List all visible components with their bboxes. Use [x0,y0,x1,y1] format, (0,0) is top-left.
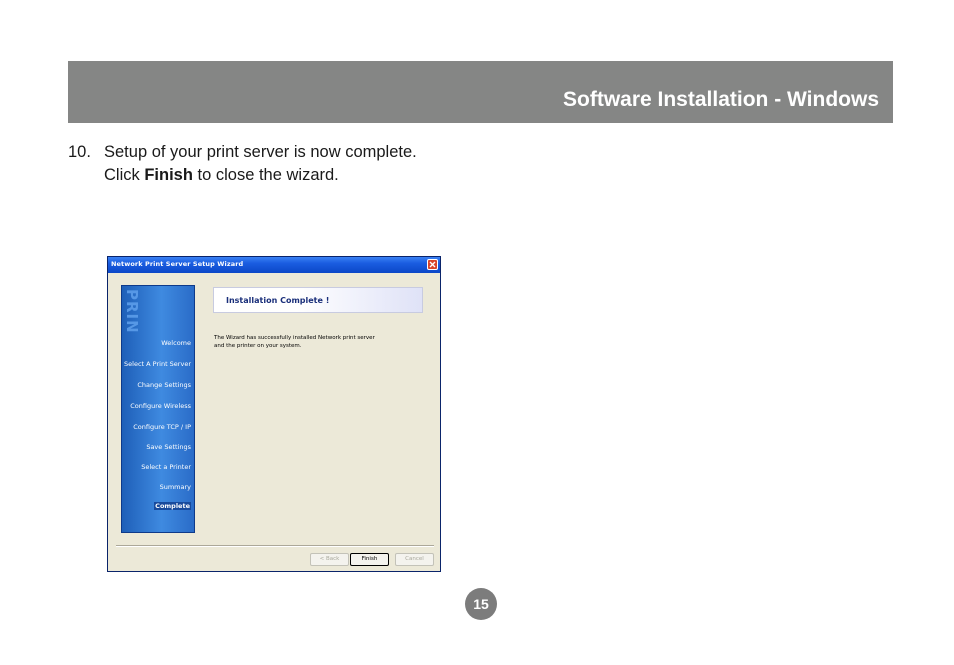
panel-watermark: PRIN [123,289,141,334]
setup-wizard-dialog: Network Print Server Setup Wizard PRIN W… [107,256,441,572]
step-text-bold: Finish [144,166,193,184]
nav-step-configure-wireless: Configure Wireless [130,402,191,410]
button-separator [116,545,434,547]
message-line2: and the printer on your system. [214,342,302,349]
nav-step-summary: Summary [159,483,191,491]
section-header-band: Software Installation - Windows [68,61,893,123]
section-title: Software Installation - Windows [563,88,879,111]
dialog-title: Network Print Server Setup Wizard [111,260,244,268]
nav-step-select-print-server: Select A Print Server [124,360,191,368]
wizard-steps-panel: PRIN Welcome Select A Print Server Chang… [121,285,195,533]
finish-button[interactable]: Finish [350,553,389,566]
step-text-suffix: to close the wizard. [192,166,339,184]
back-button[interactable]: < Back [310,553,349,566]
step-text-line1: Setup of your print server is now comple… [104,143,417,161]
message-line1: The Wizard has successfully installed Ne… [214,335,375,341]
nav-step-save-settings: Save Settings [146,443,191,451]
step-text-prefix: Click [104,166,145,184]
banner-title: Installation Complete ! [226,296,330,305]
completion-message: The Wizard has successfully installed Ne… [214,335,375,350]
completion-banner: Installation Complete ! [213,287,423,313]
dialog-titlebar[interactable]: Network Print Server Setup Wizard [108,257,440,273]
step-text-line2: Click Finish to close the wizard. [104,164,339,187]
cancel-button[interactable]: Cancel [395,553,434,566]
page-number: 15 [465,588,497,620]
nav-step-welcome: Welcome [161,339,191,347]
nav-step-configure-tcpip: Configure TCP / IP [133,423,191,431]
step-number: 10. [68,143,91,161]
nav-step-change-settings: Change Settings [137,381,191,389]
close-icon[interactable] [427,259,438,270]
nav-step-select-printer: Select a Printer [141,463,191,471]
nav-step-complete: Complete [154,502,191,510]
